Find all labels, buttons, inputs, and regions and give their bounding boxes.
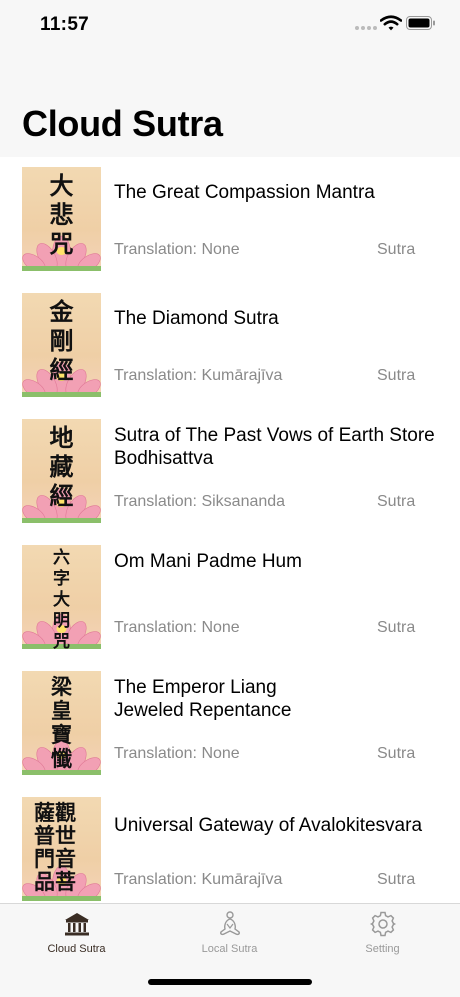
sutra-cover-image: 六 字 大 明 咒 xyxy=(22,545,101,649)
sutra-title: The Diamond Sutra xyxy=(114,308,279,329)
sutra-list[interactable]: 大 悲 咒 The Great Compassion Mantra Transl… xyxy=(0,157,460,903)
sutra-category: Sutra xyxy=(377,619,416,636)
sutra-category: Sutra xyxy=(377,493,416,510)
sutra-row[interactable]: 金 剛 經 The Diamond Sutra Translation: Kum… xyxy=(0,283,460,409)
tab-local-sutra[interactable]: Local Sutra xyxy=(153,904,306,974)
sutra-translation: Translation: None xyxy=(114,241,240,258)
sutra-translation: Translation: Kumārajīva xyxy=(114,871,283,888)
sutra-cover-text: 地 藏 經 xyxy=(49,423,74,510)
tab-label: Local Sutra xyxy=(201,943,258,955)
sutra-category: Sutra xyxy=(377,871,416,888)
battery-icon xyxy=(406,16,435,30)
tab-label: Cloud Sutra xyxy=(47,943,106,955)
sutra-cover-image: 地 藏 經 xyxy=(22,419,101,523)
sutra-row[interactable]: 地 藏 經 Sutra of The Past Vows of Earth St… xyxy=(0,409,460,535)
sutra-translation: Translation: Kumārajīva xyxy=(114,367,283,384)
sutra-cover-image: 薩觀 普世 門音 品菩 xyxy=(22,797,101,901)
status-bar: 11:57 xyxy=(0,0,460,50)
home-indicator xyxy=(148,979,312,985)
page-title: Cloud Sutra xyxy=(22,103,223,144)
sutra-row[interactable]: 梁 皇 寶 懺 The Emperor Liang Jeweled Repent… xyxy=(0,661,460,787)
sutra-category: Sutra xyxy=(377,367,416,384)
sutra-title: The Great Compassion Mantra xyxy=(114,182,375,203)
tab-label: Setting xyxy=(365,943,400,955)
sutra-title: Om Mani Padme Hum xyxy=(114,551,302,572)
sutra-cover-image: 梁 皇 寶 懺 xyxy=(22,671,101,775)
tab-setting[interactable]: Setting xyxy=(306,904,459,974)
sutra-cover-text: 六 字 大 明 咒 xyxy=(53,548,70,649)
sutra-cover-text: 大 悲 咒 xyxy=(49,171,74,258)
sutra-row[interactable]: 六 字 大 明 咒 Om Mani Padme Hum Translation:… xyxy=(0,535,460,661)
sutra-title: The Emperor Liang Jeweled Repentance xyxy=(114,677,292,721)
sutra-category: Sutra xyxy=(377,241,416,258)
wifi-icon xyxy=(380,15,402,31)
sutra-translation: Translation: None xyxy=(114,619,240,636)
sutra-cover-text: 梁 皇 寶 懺 xyxy=(51,674,72,771)
sutra-cover-text: 金 剛 經 xyxy=(49,297,74,384)
sutra-translation: Translation: None xyxy=(114,745,240,762)
gear-icon xyxy=(369,911,396,937)
sutra-category: Sutra xyxy=(377,745,416,762)
tab-cloud-sutra[interactable]: Cloud Sutra xyxy=(0,904,153,974)
sutra-cover-text: 薩觀 普世 門音 品菩 xyxy=(34,800,76,894)
cellular-signal-icon xyxy=(355,26,377,31)
meditation-icon xyxy=(219,911,240,936)
status-time: 11:57 xyxy=(40,14,90,35)
sutra-title: Sutra of The Past Vows of Earth Store Bo… xyxy=(114,425,435,469)
temple-icon xyxy=(64,913,89,936)
sutra-row[interactable]: 薩觀 普世 門音 品菩 Universal Gateway of Avaloki… xyxy=(0,787,460,903)
sutra-title: Universal Gateway of Avalokitesvara xyxy=(114,815,423,836)
sutra-translation: Translation: Siksananda xyxy=(114,493,286,510)
sutra-row[interactable]: 大 悲 咒 The Great Compassion Mantra Transl… xyxy=(0,157,460,283)
sutra-cover-image: 大 悲 咒 xyxy=(22,167,101,271)
sutra-cover-image: 金 剛 經 xyxy=(22,293,101,397)
